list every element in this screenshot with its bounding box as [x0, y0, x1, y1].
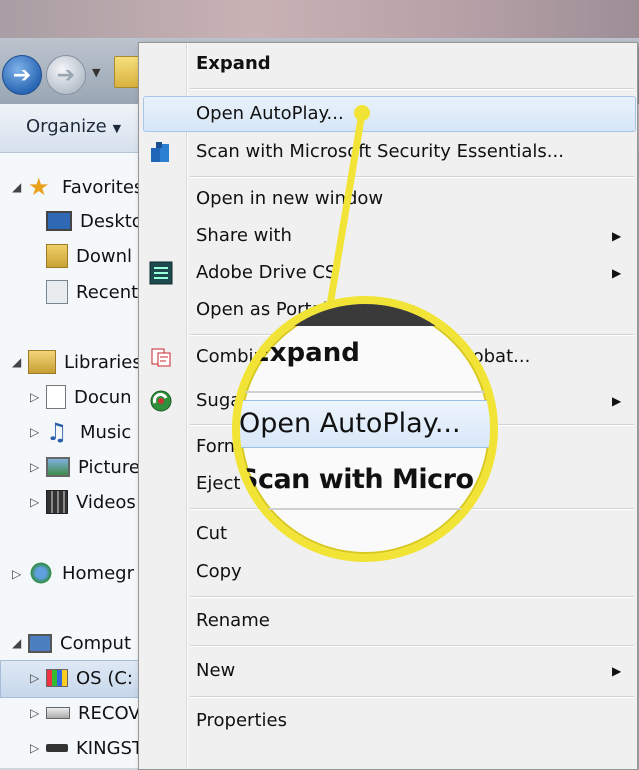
pictures-icon: [46, 457, 70, 477]
back-arrow-icon: ➔: [12, 62, 32, 88]
star-icon: ★: [28, 173, 50, 201]
menu-item-expand[interactable]: Expand: [196, 52, 271, 76]
nav-homegroup[interactable]: Homegr: [28, 558, 134, 588]
submenu-arrow-icon: ▶: [612, 664, 622, 678]
nav-music-label: Music: [80, 421, 132, 443]
magnified-open-autoplay: Open AutoPlay...: [239, 408, 461, 439]
submenu-arrow-icon: ▶: [612, 394, 622, 408]
menu-item-open-new-window[interactable]: Open in new window: [196, 187, 383, 211]
expand-icon[interactable]: ▷: [30, 671, 39, 685]
menu-item-cut[interactable]: Cut: [196, 522, 227, 546]
magnified-scan: Scan with Micro: [239, 464, 474, 495]
security-essentials-icon: [149, 140, 173, 164]
recent-places-icon: [46, 280, 68, 304]
menu-separator: [190, 88, 634, 89]
menu-item-copy[interactable]: Copy: [196, 560, 242, 584]
acrobat-icon: [149, 345, 173, 369]
nav-os-drive[interactable]: OS (C:: [46, 663, 133, 693]
nav-favorites-label: Favorites: [62, 176, 144, 198]
menu-item-properties[interactable]: Properties: [196, 709, 287, 733]
expand-icon[interactable]: ▷: [30, 706, 39, 720]
nav-pictures[interactable]: Picture: [46, 452, 140, 482]
magnified-separator: [240, 391, 490, 393]
desktop-icon: [46, 211, 72, 231]
menu-item-eject[interactable]: Eject: [196, 472, 240, 496]
expand-icon[interactable]: ▷: [30, 741, 39, 755]
nav-recent[interactable]: Recent: [46, 277, 138, 307]
magnifier-callout: Expand Open AutoPlay... Scan with Micro: [232, 296, 498, 562]
menu-separator: [190, 176, 634, 177]
downloads-icon: [46, 244, 68, 268]
organize-button[interactable]: Organize ▼: [26, 116, 121, 137]
nav-computer-label: Comput: [60, 632, 132, 654]
nav-documents-label: Docun: [74, 386, 132, 408]
menu-item-share-with[interactable]: Share with: [196, 224, 292, 248]
sugarsync-icon: [149, 389, 173, 413]
videos-icon: [46, 490, 68, 514]
nav-recovery-label: RECOV: [78, 702, 141, 724]
computer-icon: [28, 633, 52, 653]
expand-icon[interactable]: ▷: [30, 495, 39, 509]
chevron-down-icon: ▼: [112, 122, 122, 135]
collapse-icon[interactable]: ◢: [12, 355, 21, 369]
nav-libraries[interactable]: Libraries: [28, 347, 142, 377]
nav-music[interactable]: ♫ Music: [46, 417, 131, 447]
expand-icon[interactable]: ▷: [30, 425, 39, 439]
menu-item-open-autoplay[interactable]: Open AutoPlay...: [196, 102, 344, 126]
nav-libraries-label: Libraries: [64, 351, 142, 373]
back-button[interactable]: ➔: [2, 55, 42, 95]
nav-documents[interactable]: Docun: [46, 382, 132, 412]
collapse-icon[interactable]: ◢: [12, 636, 21, 650]
nav-pictures-label: Picture: [78, 456, 140, 478]
menu-separator: [190, 596, 634, 597]
menu-separator: [190, 696, 634, 697]
nav-os-drive-label: OS (C:: [76, 667, 133, 689]
menu-item-adobe-drive[interactable]: Adobe Drive CS: [196, 261, 336, 285]
homegroup-icon: [28, 562, 54, 584]
collapse-icon[interactable]: ◢: [12, 180, 21, 194]
nav-computer[interactable]: Comput: [28, 628, 131, 658]
expand-icon[interactable]: ▷: [12, 567, 21, 581]
nav-favorites[interactable]: ★ Favorites: [28, 172, 143, 202]
documents-icon: [46, 385, 66, 409]
submenu-arrow-icon: ▶: [612, 229, 622, 243]
recent-pages-dropdown-icon[interactable]: ▼: [92, 66, 100, 79]
folder-icon: [114, 56, 140, 88]
forward-arrow-icon: ➔: [56, 62, 76, 88]
music-icon: ♫: [46, 418, 68, 446]
nav-videos[interactable]: Videos: [46, 487, 136, 517]
nav-homegroup-label: Homegr: [62, 562, 134, 584]
menu-separator: [190, 645, 634, 646]
submenu-arrow-icon: ▶: [612, 266, 622, 280]
drive-icon: [46, 707, 70, 719]
menu-item-new[interactable]: New: [196, 659, 235, 683]
menu-item-rename[interactable]: Rename: [196, 609, 270, 633]
menu-item-scan[interactable]: Scan with Microsoft Security Essentials.…: [196, 140, 564, 164]
organize-label: Organize: [26, 116, 107, 137]
windows-drive-icon: [46, 669, 68, 687]
expand-icon[interactable]: ▷: [30, 390, 39, 404]
nav-recovery[interactable]: RECOV: [46, 698, 141, 728]
expand-icon[interactable]: ▷: [30, 460, 39, 474]
nav-downloads-label: Downl: [76, 245, 133, 267]
libraries-icon: [28, 350, 56, 374]
nav-desktop-label: Deskto: [80, 210, 143, 232]
usb-drive-icon: [46, 744, 68, 752]
nav-downloads[interactable]: Downl: [46, 241, 132, 271]
forward-button[interactable]: ➔: [46, 55, 86, 95]
magnified-expand: Expand: [252, 338, 360, 368]
nav-videos-label: Videos: [76, 491, 136, 513]
nav-desktop[interactable]: Deskto: [46, 206, 143, 236]
menu-icon-gutter: [186, 43, 187, 768]
adobe-drive-icon: [149, 261, 173, 285]
nav-recent-label: Recent: [76, 281, 139, 303]
magnified-separator: [240, 508, 490, 510]
